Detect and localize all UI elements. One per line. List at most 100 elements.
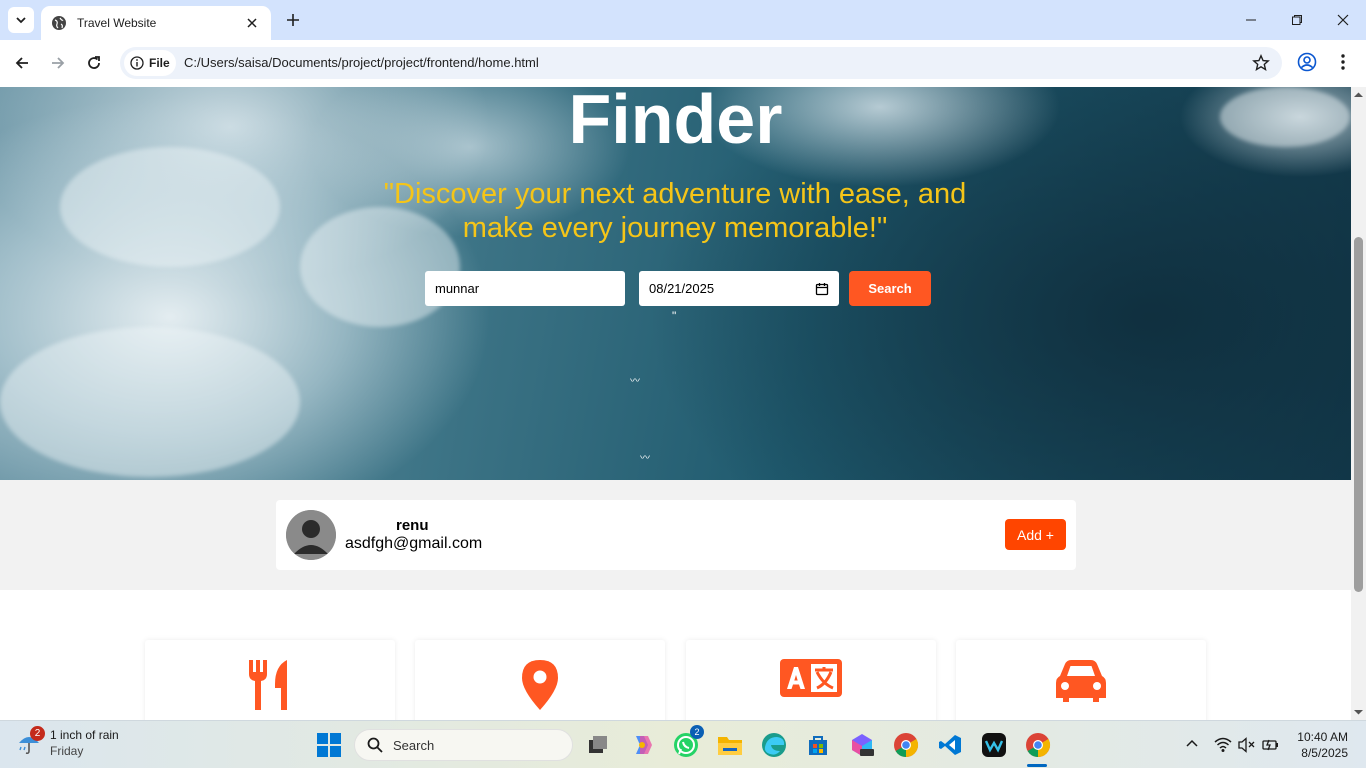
location-pin-icon xyxy=(522,660,558,710)
store-icon xyxy=(809,736,827,755)
add-button[interactable]: Add + xyxy=(1005,519,1066,550)
weather-day: Friday xyxy=(50,744,84,758)
hero-section: Finder "Discover your next adventure wit… xyxy=(0,87,1351,480)
system-clock[interactable]: 10:40 AM 8/5/2025 xyxy=(1292,729,1348,761)
destination-search-input[interactable]: munnar xyxy=(425,271,625,306)
feature-card-translation[interactable] xyxy=(686,640,936,720)
task-view-icon xyxy=(589,736,607,753)
webex-button[interactable] xyxy=(980,731,1008,759)
travel-date-input[interactable]: 08/21/2025 xyxy=(639,271,839,306)
url-text: C:/Users/saisa/Documents/project/project… xyxy=(184,55,539,70)
show-hidden-icons-button[interactable] xyxy=(1185,737,1199,756)
task-view-button[interactable] xyxy=(584,731,612,759)
windows-taskbar: 2 1 inch of rain Friday Search 2 10:40 A… xyxy=(0,720,1366,768)
vscode-button[interactable] xyxy=(936,731,964,759)
forward-button[interactable] xyxy=(47,52,69,74)
windows-logo-icon xyxy=(317,733,341,757)
travel-date-value: 08/21/2025 xyxy=(649,281,715,296)
file-label: File xyxy=(149,56,170,70)
chrome-icon xyxy=(894,733,919,757)
globe-icon xyxy=(51,15,67,31)
reload-icon xyxy=(88,56,100,69)
feature-card-destinations[interactable] xyxy=(415,640,665,720)
copilot-button[interactable] xyxy=(628,731,656,759)
whatsapp-notification-badge: 2 xyxy=(690,725,704,739)
features-section xyxy=(0,590,1351,720)
reload-button[interactable] xyxy=(83,52,105,74)
whatsapp-button[interactable]: 2 xyxy=(672,725,704,759)
hero-title: Finder xyxy=(568,87,783,158)
seagull-icon: 〰 xyxy=(630,376,640,387)
search-form: munnar 08/21/2025 Search xyxy=(425,271,931,306)
browser-tab-bar: Travel Website xyxy=(0,0,1366,40)
speaker-muted-icon[interactable] xyxy=(1238,737,1256,758)
microsoft-store-button[interactable] xyxy=(804,731,832,759)
vscode-icon xyxy=(939,735,961,755)
seagull-icon: 〰 xyxy=(640,453,650,464)
start-button[interactable] xyxy=(317,733,341,762)
profile-section: renu asdfgh@gmail.com Add + xyxy=(0,480,1351,590)
avatar xyxy=(286,510,336,560)
chrome-button[interactable] xyxy=(892,731,920,759)
stray-quote-text: " xyxy=(672,309,677,323)
page-scrollbar[interactable] xyxy=(1351,87,1366,720)
close-window-button[interactable] xyxy=(1320,0,1366,40)
restore-button[interactable] xyxy=(1274,0,1320,40)
arrow-left-icon xyxy=(15,57,28,69)
close-tab-icon[interactable] xyxy=(243,14,261,32)
profile-icon[interactable] xyxy=(1297,52,1317,77)
translate-icon xyxy=(780,659,842,697)
weather-notification-badge: 2 xyxy=(30,726,45,741)
edge-browser-button[interactable] xyxy=(760,731,788,759)
hero-background-foam xyxy=(0,327,300,477)
info-icon xyxy=(130,56,144,70)
page-viewport: Finder "Discover your next adventure wit… xyxy=(0,87,1351,720)
browser-tab[interactable]: Travel Website xyxy=(41,6,271,40)
webex-icon xyxy=(982,733,1006,757)
search-button[interactable]: Search xyxy=(849,271,931,306)
taskbar-search-label: Search xyxy=(393,737,435,753)
back-button[interactable] xyxy=(11,52,33,74)
minimize-icon xyxy=(1246,19,1256,21)
weather-title: 1 inch of rain xyxy=(50,728,119,742)
feature-card-dining[interactable] xyxy=(145,640,395,720)
active-app-indicator xyxy=(1027,764,1047,767)
hero-background-foam xyxy=(60,147,280,267)
user-profile-card: renu asdfgh@gmail.com Add + xyxy=(276,500,1076,570)
wifi-icon[interactable] xyxy=(1214,737,1232,758)
site-info-chip[interactable]: File xyxy=(124,50,176,76)
folder-icon xyxy=(718,737,742,755)
minimize-button[interactable] xyxy=(1228,0,1274,40)
utensils-icon xyxy=(249,660,287,710)
new-tab-button[interactable] xyxy=(282,9,304,31)
scroll-down-arrow-icon[interactable] xyxy=(1351,706,1366,718)
edge-icon xyxy=(762,733,786,757)
weather-widget[interactable]: 2 1 inch of rain Friday xyxy=(16,726,119,759)
plus-icon xyxy=(287,14,299,26)
user-email: asdfgh@gmail.com xyxy=(345,535,483,552)
microsoft-365-button[interactable] xyxy=(848,731,876,759)
chevron-up-icon xyxy=(1186,739,1198,747)
user-name: renu xyxy=(396,517,429,534)
chevron-down-icon xyxy=(16,17,26,24)
tab-title: Travel Website xyxy=(77,16,157,30)
more-menu-icon[interactable] xyxy=(1335,52,1351,77)
car-icon xyxy=(1056,660,1106,702)
calendar-icon[interactable] xyxy=(815,282,829,296)
taskbar-search-box[interactable]: Search xyxy=(354,729,573,761)
arrow-right-icon xyxy=(52,57,65,69)
chrome-icon xyxy=(1026,733,1051,757)
tab-search-button[interactable] xyxy=(8,7,34,33)
address-bar[interactable]: File C:/Users/saisa/Documents/project/pr… xyxy=(120,47,1282,79)
file-explorer-button[interactable] xyxy=(716,731,744,759)
scrollbar-thumb[interactable] xyxy=(1354,237,1363,592)
battery-icon[interactable] xyxy=(1262,737,1280,758)
copilot-icon xyxy=(636,736,652,754)
restore-icon xyxy=(1292,15,1302,25)
hero-tagline: "Discover your next adventure with ease,… xyxy=(383,178,967,244)
chrome-active-button[interactable] xyxy=(1024,731,1052,759)
bookmark-star-icon[interactable] xyxy=(1252,54,1270,77)
scroll-up-arrow-icon[interactable] xyxy=(1351,89,1366,101)
close-icon xyxy=(1337,14,1349,26)
feature-card-transport[interactable] xyxy=(956,640,1206,720)
